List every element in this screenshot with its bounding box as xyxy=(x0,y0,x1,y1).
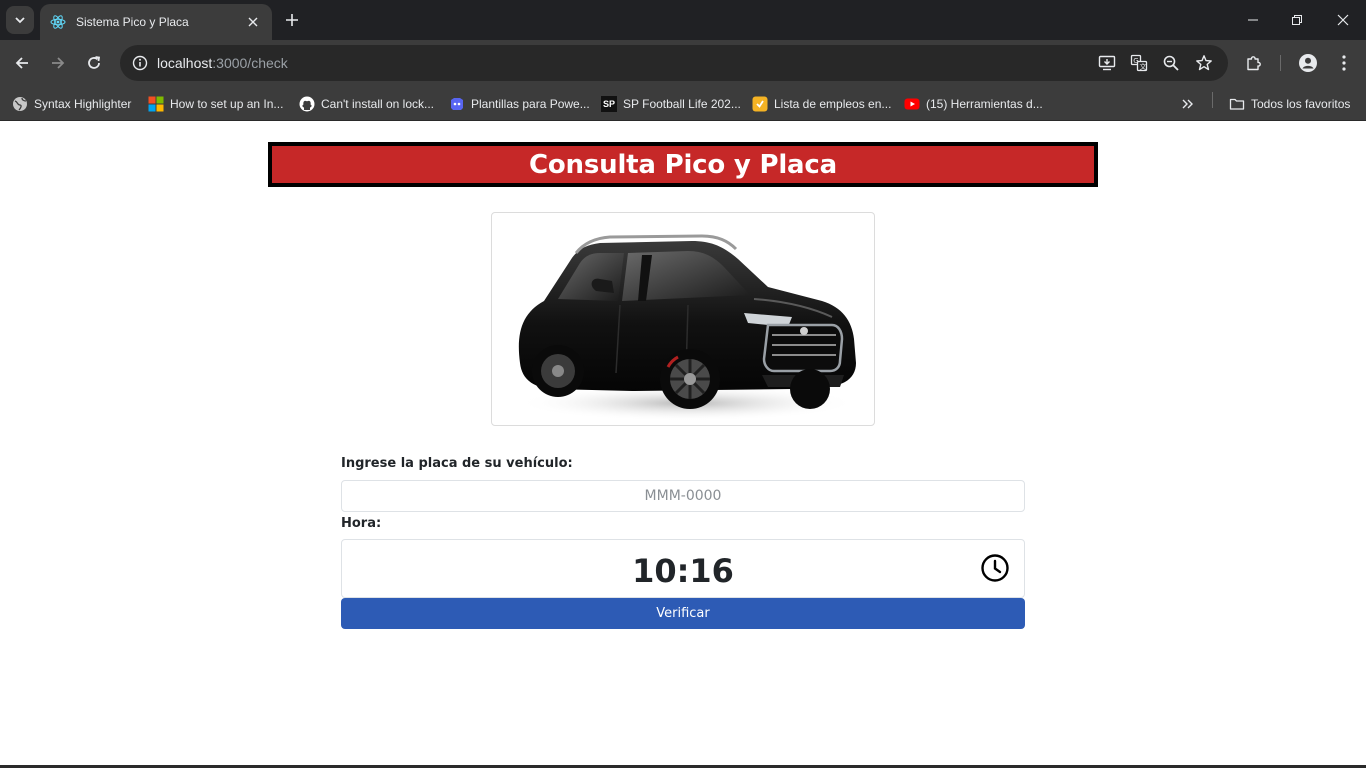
arrow-right-icon xyxy=(52,57,65,69)
reload-button[interactable] xyxy=(80,49,108,77)
url-host: localhost xyxy=(157,55,213,71)
bookmark-item[interactable]: Syntax Highlighter xyxy=(12,92,131,116)
arrow-left-icon xyxy=(15,57,28,69)
translate-icon[interactable]: G文 xyxy=(1127,51,1151,75)
time-label: Hora: xyxy=(341,516,382,531)
site-info-icon[interactable] xyxy=(126,49,154,77)
restore-icon xyxy=(1292,15,1302,25)
url-path: :3000/check xyxy=(212,55,288,71)
bookmarks-bar: Syntax Highlighter How to set up an In..… xyxy=(0,86,1366,121)
extensions-icon[interactable] xyxy=(1240,49,1268,77)
svg-text:G: G xyxy=(1133,57,1138,65)
bookmark-label: Can't install on lock... xyxy=(321,97,435,111)
sp-icon: SP xyxy=(601,96,617,112)
bookmark-label: SP Football Life 202... xyxy=(623,97,741,111)
minimize-button[interactable] xyxy=(1230,0,1276,40)
reload-icon xyxy=(88,56,101,69)
bookmark-item[interactable]: How to set up an In... xyxy=(148,92,283,116)
car-image xyxy=(491,212,875,426)
folder-icon xyxy=(1229,96,1245,112)
globe-icon xyxy=(12,96,28,112)
close-tab-icon[interactable] xyxy=(244,13,262,31)
plate-label: Ingrese la placa de su vehículo: xyxy=(341,456,573,471)
page-content: Consulta Pico y Placa Ingrese la placa d… xyxy=(0,121,1366,768)
back-button[interactable] xyxy=(8,49,36,77)
car-illustration xyxy=(517,234,857,421)
plus-icon xyxy=(286,14,298,26)
url-text: localhost:3000/check xyxy=(157,55,288,71)
bookmark-label: Lista de empleos en... xyxy=(774,97,892,111)
page-header: Consulta Pico y Placa xyxy=(268,142,1098,187)
install-app-icon[interactable] xyxy=(1095,51,1119,75)
more-bookmarks-button[interactable] xyxy=(1180,92,1196,116)
profile-icon[interactable] xyxy=(1294,49,1322,77)
job-icon xyxy=(752,96,768,112)
verify-button[interactable]: Verificar xyxy=(341,598,1025,629)
tab-search-button[interactable] xyxy=(6,6,34,34)
bookmark-item[interactable]: Can't install on lock... xyxy=(299,92,434,116)
close-icon xyxy=(1337,14,1349,26)
svg-text:文: 文 xyxy=(1140,62,1147,71)
new-tab-button[interactable] xyxy=(280,8,304,32)
bookmark-label: Syntax Highlighter xyxy=(34,97,132,111)
react-icon xyxy=(50,14,66,30)
plate-check-form: Ingrese la placa de su vehículo: Hora: 1… xyxy=(341,454,1025,629)
discord-icon xyxy=(449,96,465,112)
double-chevron-right-icon xyxy=(1182,99,1193,109)
chevron-down-icon xyxy=(15,17,25,24)
bookmark-item[interactable]: Plantillas para Powe... xyxy=(449,92,590,116)
all-bookmarks-label: Todos los favoritos xyxy=(1251,97,1351,111)
toolbar-divider xyxy=(1280,55,1281,71)
tab-title: Sistema Pico y Placa xyxy=(76,15,189,29)
bookmark-label: (15) Herramientas d... xyxy=(926,97,1043,111)
bookmark-label: Plantillas para Powe... xyxy=(471,97,590,111)
more-options-icon[interactable] xyxy=(1330,49,1358,77)
address-bar[interactable]: localhost:3000/check G文 xyxy=(120,45,1228,81)
minimize-icon xyxy=(1248,19,1258,21)
browser-tab[interactable]: Sistema Pico y Placa xyxy=(40,4,272,40)
youtube-icon xyxy=(904,96,920,112)
tab-strip: Sistema Pico y Placa xyxy=(0,0,1366,40)
bookmarks-divider xyxy=(1212,92,1213,108)
forward-button[interactable] xyxy=(44,49,72,77)
all-bookmarks-folder[interactable]: Todos los favoritos xyxy=(1229,92,1350,116)
plate-input[interactable] xyxy=(341,480,1025,512)
bookmark-item[interactable]: SP SP Football Life 202... xyxy=(601,92,741,116)
browser-toolbar: localhost:3000/check G文 xyxy=(0,40,1366,86)
bookmark-item[interactable]: (15) Herramientas d... xyxy=(904,92,1043,116)
time-value: 10:16 xyxy=(632,551,734,590)
clock-icon[interactable] xyxy=(980,553,1010,583)
bookmark-item[interactable]: Lista de empleos en... xyxy=(752,92,891,116)
microsoft-icon xyxy=(148,96,164,112)
page-title: Consulta Pico y Placa xyxy=(529,149,837,180)
bookmark-star-icon[interactable] xyxy=(1192,51,1216,75)
github-icon xyxy=(299,96,315,112)
close-window-button[interactable] xyxy=(1320,0,1366,40)
time-picker[interactable]: 10:16 xyxy=(341,539,1025,598)
zoom-icon[interactable] xyxy=(1159,51,1183,75)
bookmark-label: How to set up an In... xyxy=(170,97,284,111)
restore-button[interactable] xyxy=(1274,0,1320,40)
